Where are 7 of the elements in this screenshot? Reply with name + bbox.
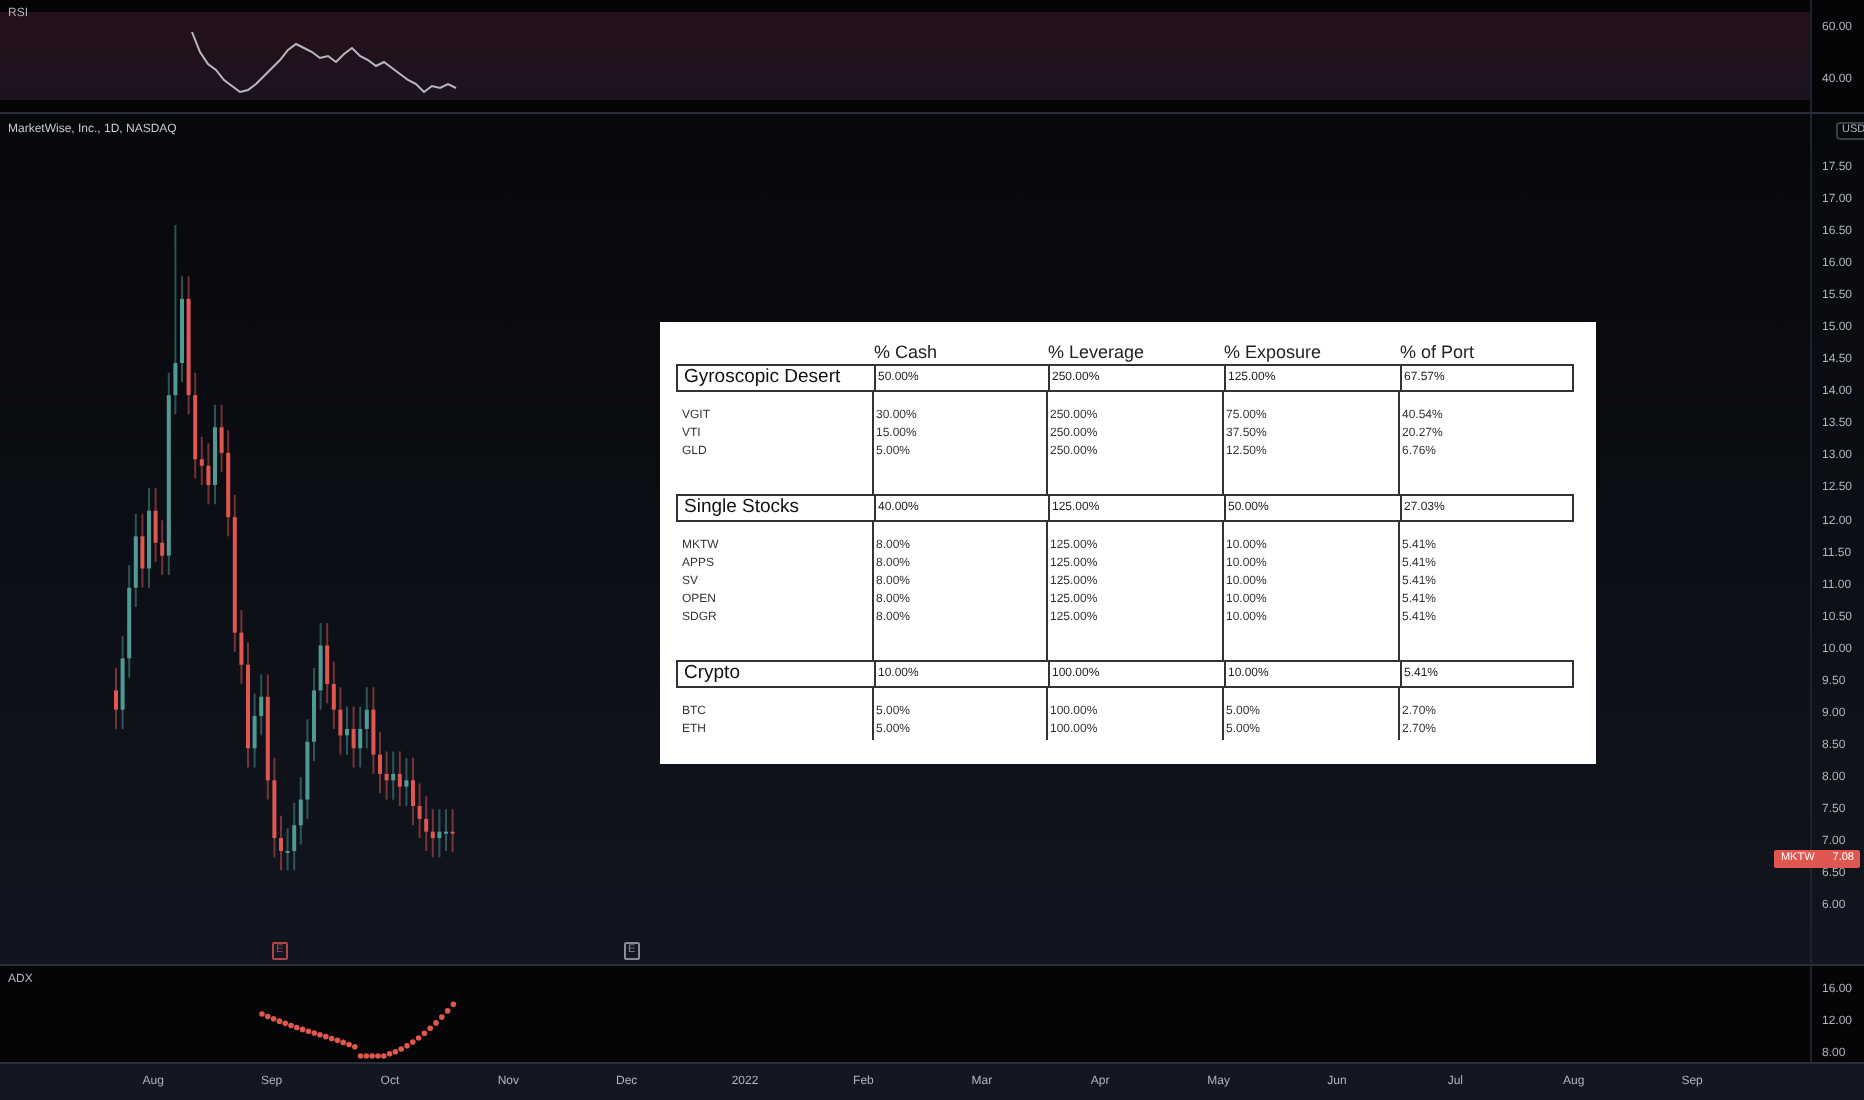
group-label: Single Stocks: [682, 496, 802, 522]
column-header: % Leverage: [1046, 340, 1147, 364]
column-header: % of Port: [1398, 340, 1477, 364]
column-header: % Cash: [872, 340, 940, 364]
group-label: Gyroscopic Desert: [682, 366, 843, 392]
column-header: % Exposure: [1222, 340, 1324, 364]
group-label: Crypto: [682, 662, 742, 688]
